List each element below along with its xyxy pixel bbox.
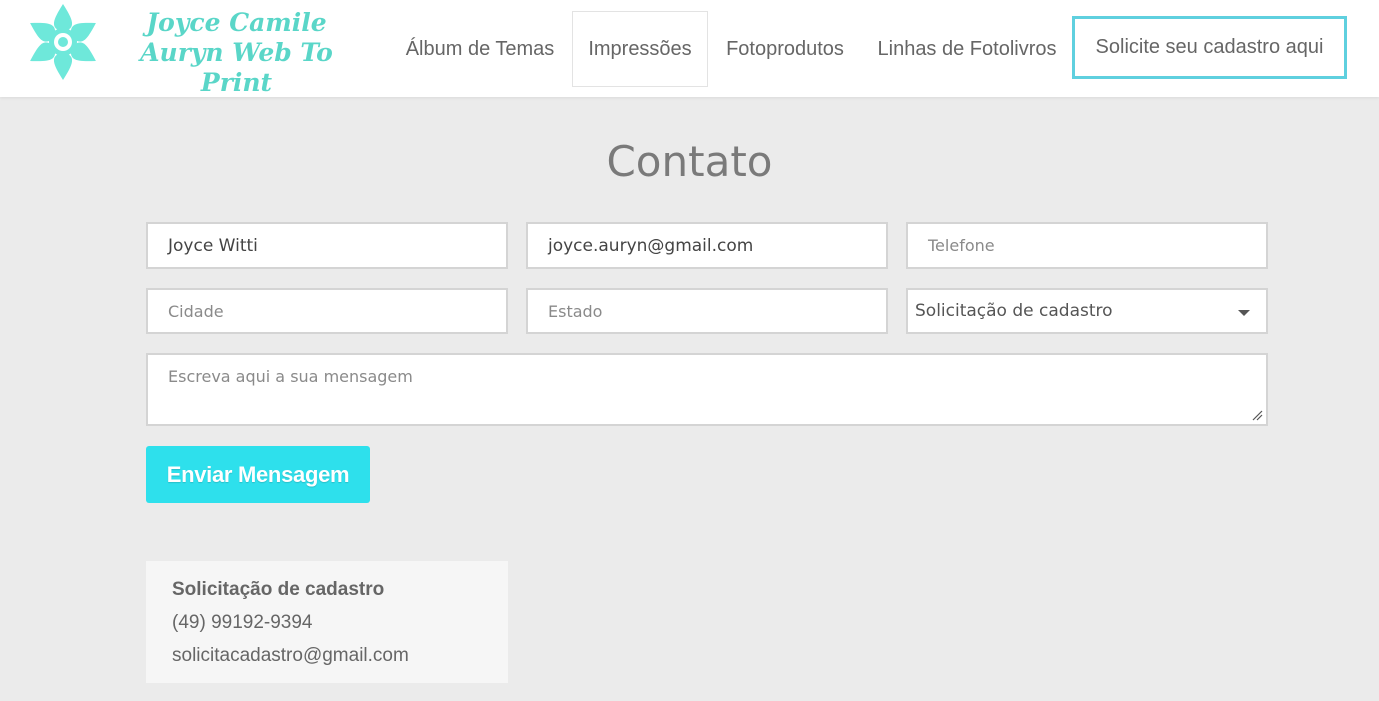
email-value: joyce.auryn@gmail.com: [548, 235, 754, 256]
logo-line-2: Auryn Web To Print: [140, 38, 333, 97]
message-textarea[interactable]: Escreva aqui a sua mensagem: [146, 353, 1268, 426]
site-header: Joyce Camile Auryn Web To Print Álbum de…: [0, 0, 1379, 97]
logo-wordmark: Joyce Camile Auryn Web To Print: [106, 8, 367, 98]
contact-phone: (49) 99192-9394: [172, 612, 313, 633]
nav-item-album-de-temas[interactable]: Álbum de Temas: [395, 11, 565, 87]
resize-handle-icon[interactable]: [1252, 410, 1263, 421]
logo-line-1: Joyce Camile: [146, 8, 327, 37]
nav-item-impressoes[interactable]: Impressões: [572, 11, 708, 87]
site-logo[interactable]: Joyce Camile Auryn Web To Print: [22, 2, 367, 97]
phone-placeholder: Telefone: [928, 236, 995, 255]
subject-selected-value: Solicitação de cadastro: [915, 301, 1113, 321]
state-field[interactable]: Estado: [526, 288, 888, 334]
contact-info-heading: Solicitação de cadastro: [172, 579, 385, 600]
flower-icon: [30, 4, 96, 80]
signup-cta-label: Solicite seu cadastro aqui: [1095, 36, 1324, 58]
send-message-label: Enviar Mensagem: [166, 461, 350, 487]
email-field[interactable]: joyce.auryn@gmail.com: [526, 222, 888, 269]
nav-item-label: Fotoprodutos: [726, 37, 844, 60]
send-message-button[interactable]: Enviar Mensagem: [146, 446, 370, 503]
nav-item-fotoprodutos[interactable]: Fotoprodutos: [715, 11, 855, 87]
chevron-down-icon: [1238, 310, 1250, 316]
nav-item-label: Linhas de Fotolivros: [877, 37, 1057, 60]
contact-info-card: Solicitação de cadastro (49) 99192-9394 …: [146, 561, 508, 683]
name-value: Joyce Witti: [168, 235, 258, 256]
name-field[interactable]: Joyce Witti: [146, 222, 508, 269]
page-title: Contato: [606, 137, 773, 186]
nav-item-linhas-de-fotolivros[interactable]: Linhas de Fotolivros: [866, 11, 1068, 87]
contact-email: solicitacadastro@gmail.com: [172, 645, 409, 666]
nav-item-label: Álbum de Temas: [405, 37, 555, 60]
nav-item-label: Impressões: [588, 37, 692, 60]
signup-cta-button[interactable]: Solicite seu cadastro aqui: [1072, 16, 1347, 79]
state-placeholder: Estado: [548, 301, 603, 321]
phone-field[interactable]: Telefone: [906, 222, 1268, 269]
message-placeholder: Escreva aqui a sua mensagem: [168, 367, 413, 386]
subject-select[interactable]: Solicitação de cadastro: [906, 288, 1268, 334]
city-placeholder: Cidade: [168, 301, 224, 321]
city-field[interactable]: Cidade: [146, 288, 508, 334]
